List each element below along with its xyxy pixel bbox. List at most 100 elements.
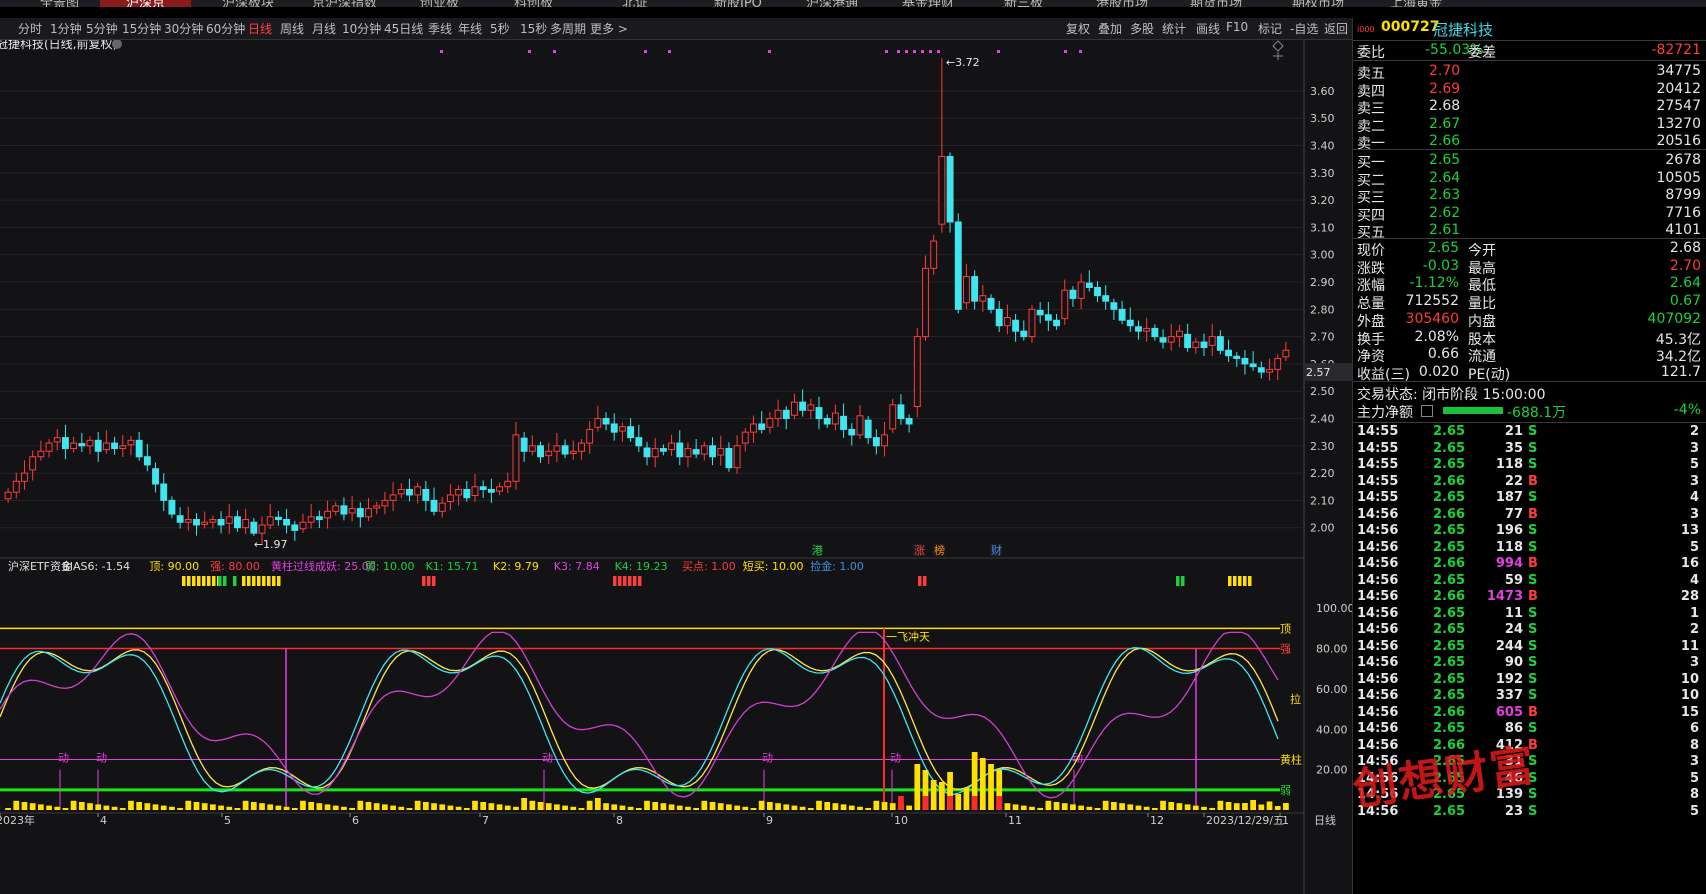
nav-item[interactable]: 基金理财 — [902, 0, 954, 7]
signal-block — [638, 576, 642, 586]
price-high-label: ←3.72 — [946, 56, 980, 69]
osc-histogram-bar — [807, 808, 814, 810]
ask-row[interactable]: 卖四 2.69 20412 — [1353, 81, 1706, 100]
candle-body — [217, 519, 225, 526]
main-chart[interactable]: 3.60 3.50 3.40 3.30 3.20 3.10 3.00 2.90 2.80 2.70… — [0, 40, 1352, 894]
period-button[interactable]: 10分钟 — [342, 20, 381, 37]
nav-item[interactable]: 上海黄金 — [1390, 0, 1442, 7]
nav-item[interactable]: 科创板 — [514, 0, 553, 7]
nav-item[interactable]: 沪深板块 — [222, 0, 274, 7]
nav-item[interactable]: 沪深港通 — [806, 0, 858, 7]
osc-histogram-bar — [1184, 804, 1191, 810]
bid-price: 2.63 — [1429, 187, 1461, 204]
tick-time: 14:56 — [1357, 589, 1399, 604]
main-flow-row[interactable]: 主力净额 -688.1万 -4% — [1353, 402, 1706, 421]
period-button[interactable]: 日线 — [248, 20, 272, 37]
period-button[interactable]: 5分钟 — [86, 20, 118, 37]
tool-button[interactable]: 多股 — [1130, 20, 1154, 37]
nav-item[interactable]: 期权市场 — [1292, 0, 1344, 7]
tool-button[interactable]: -自选 — [1290, 20, 1318, 37]
candle-body — [1003, 317, 1011, 327]
period-button[interactable]: 月线 — [312, 20, 336, 37]
tool-button[interactable]: 叠加 — [1098, 20, 1122, 37]
main-flow-value: -688.1万 — [1507, 405, 1567, 421]
tool-button[interactable]: 标记 — [1258, 20, 1282, 37]
signal-block — [207, 576, 211, 586]
bid-row[interactable]: 买三 2.63 8799 — [1353, 187, 1706, 206]
nav-item[interactable]: 港股市场 — [1096, 0, 1148, 7]
nav-item[interactable]: 创业板 — [420, 0, 459, 7]
stock-name[interactable]: 冠捷科技 — [1433, 19, 1493, 40]
candle-body — [1102, 295, 1110, 302]
osc-histogram-bar — [660, 803, 667, 810]
nav-item[interactable]: 京沪深指数 — [312, 0, 377, 7]
stock-code[interactable]: 000727 — [1381, 19, 1439, 35]
period-button[interactable]: 分时 — [18, 20, 42, 37]
signal-dot — [897, 50, 900, 53]
osc-tick-label: 20.00 — [1316, 764, 1348, 777]
tick-price: 2.65 — [1433, 424, 1466, 439]
osc-histogram-bar — [1037, 808, 1044, 810]
tool-button[interactable]: 复权 — [1066, 20, 1090, 37]
nav-item[interactable]: 沪深京 — [100, 0, 192, 7]
level-badge: l000 — [1357, 25, 1375, 34]
ask-row[interactable]: 卖五 2.70 34775 — [1353, 63, 1706, 82]
candle-body — [1020, 330, 1028, 338]
period-button[interactable]: 60分钟 — [206, 20, 245, 37]
period-button[interactable]: 45日线 — [384, 20, 423, 37]
period-button[interactable]: 5秒 — [490, 20, 510, 37]
nav-item[interactable]: 新股IPO — [714, 0, 762, 7]
bid-row[interactable]: 买一 2.65 2678 — [1353, 152, 1706, 171]
nav-item[interactable]: 北证 — [622, 0, 648, 7]
tick-count: 2 — [1689, 622, 1699, 637]
tool-button[interactable]: 返回 — [1324, 20, 1348, 37]
tick-price: 2.65 — [1433, 490, 1466, 505]
nav-item[interactable]: 新三板 — [1004, 0, 1043, 7]
list-icon[interactable] — [1421, 405, 1433, 417]
period-button[interactable]: 15秒 — [520, 20, 547, 37]
period-button[interactable]: 周线 — [280, 20, 304, 37]
candle-body — [209, 519, 217, 523]
signal-block — [267, 576, 271, 586]
tool-button[interactable]: 画线 — [1196, 20, 1220, 37]
osc-histogram-bar — [193, 802, 200, 810]
candle-body — [897, 404, 905, 420]
osc-histogram-bar — [95, 804, 102, 810]
osc-histogram-bar — [201, 803, 208, 810]
osc-histogram-bar — [103, 805, 110, 810]
ask-row[interactable]: 卖二 2.67 13270 — [1353, 116, 1706, 135]
tick-side: S — [1528, 688, 1538, 703]
signal-block — [628, 576, 632, 586]
osc-tick-label: 80.00 — [1316, 643, 1348, 656]
stat-value: -0.03 — [1422, 257, 1459, 274]
bid-row[interactable]: 买二 2.64 10505 — [1353, 170, 1706, 189]
bid-row[interactable]: 买四 2.62 7716 — [1353, 204, 1706, 224]
period-button[interactable]: 1分钟 — [50, 20, 82, 37]
tool-button[interactable]: F10 — [1226, 20, 1248, 34]
period-button[interactable]: 年线 — [458, 20, 482, 37]
period-button[interactable]: 更多 > — [590, 20, 628, 37]
period-button[interactable]: 季线 — [428, 20, 452, 37]
price-tick-label: 2.90 — [1310, 276, 1335, 289]
candle-body — [913, 336, 921, 408]
tick-count: 16 — [1680, 556, 1699, 571]
tick-time: 14:55 — [1357, 490, 1399, 505]
tick-side: S — [1528, 523, 1538, 538]
indicator-param: BIAS6: -1.54 — [62, 560, 130, 573]
tick-volume: 35 — [1504, 440, 1523, 456]
osc-histogram-bar — [1086, 806, 1093, 810]
candle-body — [733, 445, 741, 469]
candle-body — [1249, 363, 1257, 368]
x-tick-label: 4 — [100, 814, 107, 827]
candle-body — [1110, 302, 1118, 310]
period-button[interactable]: 15分钟 — [122, 20, 161, 37]
period-button[interactable]: 多周期 — [550, 20, 586, 37]
ask-row[interactable]: 卖三 2.68 27547 — [1353, 98, 1706, 117]
nav-item[interactable]: 全景图 — [40, 0, 79, 7]
bid-price: 2.62 — [1429, 204, 1461, 221]
tool-button[interactable]: 统计 — [1162, 20, 1186, 37]
osc-histogram-bar — [324, 804, 331, 810]
nav-item[interactable]: 期货市场 — [1190, 0, 1242, 7]
period-button[interactable]: 30分钟 — [164, 20, 203, 37]
signal-block — [613, 576, 617, 586]
